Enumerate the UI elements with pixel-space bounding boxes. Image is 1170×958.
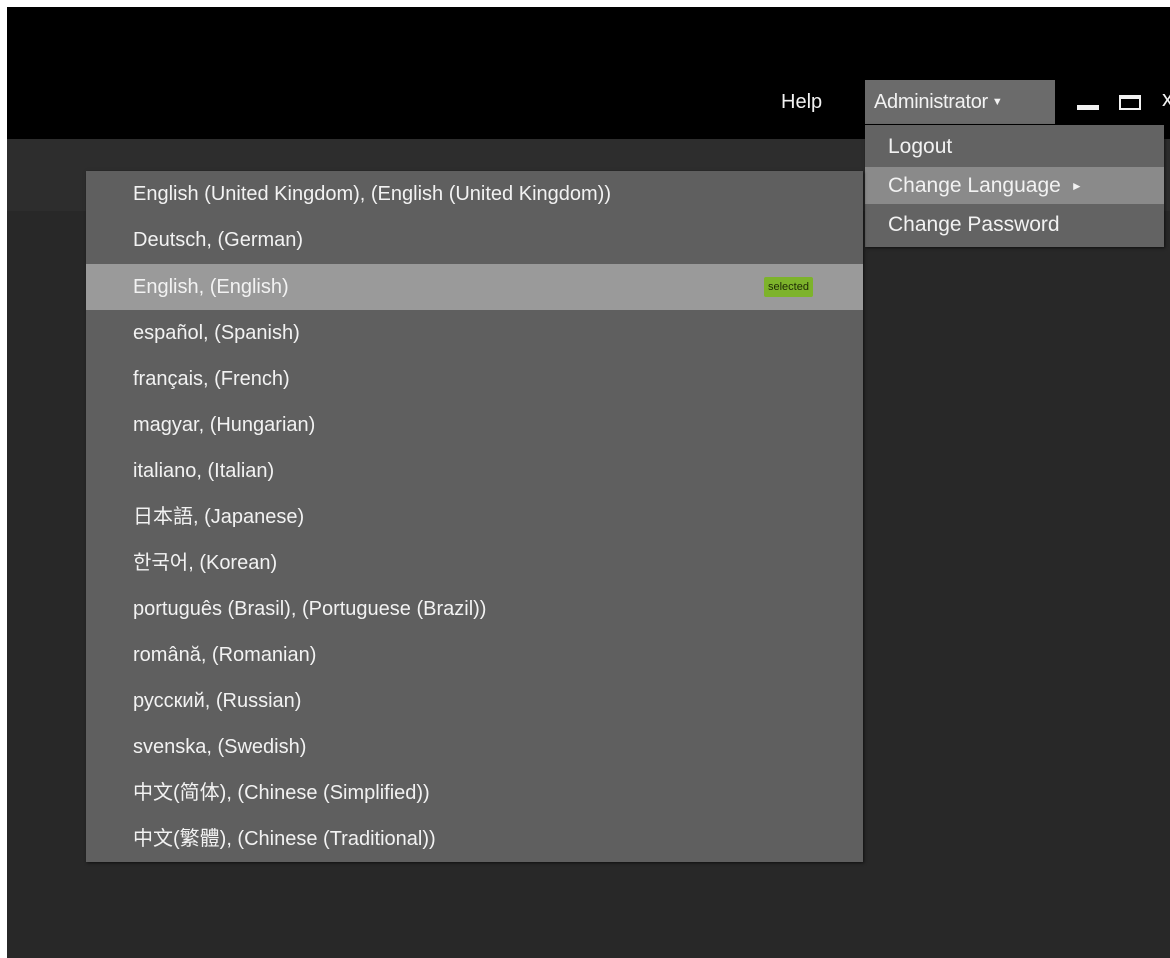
caret-down-icon: ▼ — [991, 96, 1003, 108]
maximize-icon[interactable] — [1119, 95, 1141, 110]
language-label: 日本語, (Japanese) — [133, 506, 305, 528]
language-label: 한국어, (Korean) — [133, 552, 278, 574]
language-option-selected[interactable]: English, (English) selected — [86, 264, 863, 310]
language-option[interactable]: français, (French) — [86, 356, 863, 402]
help-link[interactable]: Help — [781, 90, 822, 114]
menu-item-change-password[interactable]: Change Password — [865, 206, 1164, 243]
language-label: 中文(简体), (Chinese (Simplified)) — [133, 782, 430, 804]
language-option[interactable]: 한국어, (Korean) — [86, 540, 863, 586]
language-option[interactable]: English (United Kingdom), (English (Unit… — [86, 171, 863, 217]
menu-item-label: Logout — [888, 135, 953, 158]
language-option[interactable]: português (Brasil), (Portuguese (Brazil)… — [86, 586, 863, 632]
language-option[interactable]: 中文(繁體), (Chinese (Traditional)) — [86, 816, 863, 862]
user-name-label: Administrator — [874, 91, 988, 113]
language-label: English (United Kingdom), (English (Unit… — [133, 183, 611, 205]
menu-item-label: Change Password — [888, 213, 1060, 236]
minimize-icon[interactable] — [1077, 105, 1099, 110]
menu-item-logout[interactable]: Logout — [865, 128, 1164, 165]
user-menu-button[interactable]: Administrator ▼ — [865, 80, 1055, 124]
language-option[interactable]: 中文(简体), (Chinese (Simplified)) — [86, 770, 863, 816]
language-label: română, (Romanian) — [133, 644, 317, 666]
language-option[interactable]: magyar, (Hungarian) — [86, 402, 863, 448]
language-option[interactable]: español, (Spanish) — [86, 310, 863, 356]
language-option[interactable]: русский, (Russian) — [86, 678, 863, 724]
language-label: français, (French) — [133, 368, 290, 390]
close-icon[interactable]: x — [1162, 87, 1170, 111]
language-option[interactable]: svenska, (Swedish) — [86, 724, 863, 770]
title-bar: Help Administrator ▼ x — [7, 7, 1170, 139]
app-window: Help Administrator ▼ x Logout Change Lang… — [7, 7, 1170, 958]
language-submenu: English (United Kingdom), (English (Unit… — [86, 171, 863, 862]
language-label: English, (English) — [133, 276, 289, 298]
language-option[interactable]: italiano, (Italian) — [86, 448, 863, 494]
language-label: 中文(繁體), (Chinese (Traditional)) — [133, 828, 436, 850]
language-label: svenska, (Swedish) — [133, 736, 307, 758]
language-option[interactable]: Deutsch, (German) — [86, 217, 863, 263]
language-option[interactable]: română, (Romanian) — [86, 632, 863, 678]
submenu-arrow-icon: ► — [1070, 179, 1083, 193]
user-dropdown-menu: Logout Change Language ► Change Password — [865, 125, 1164, 247]
language-label: magyar, (Hungarian) — [133, 414, 316, 436]
selected-badge: selected — [764, 277, 813, 297]
menu-item-change-language[interactable]: Change Language ► — [865, 167, 1164, 204]
language-label: español, (Spanish) — [133, 322, 300, 344]
language-label: Deutsch, (German) — [133, 229, 304, 251]
language-label: português (Brasil), (Portuguese (Brazil)… — [133, 598, 487, 620]
language-option[interactable]: 日本語, (Japanese) — [86, 494, 863, 540]
menu-item-label: Change Language — [888, 174, 1061, 197]
language-label: italiano, (Italian) — [133, 460, 275, 482]
language-label: русский, (Russian) — [133, 690, 302, 712]
